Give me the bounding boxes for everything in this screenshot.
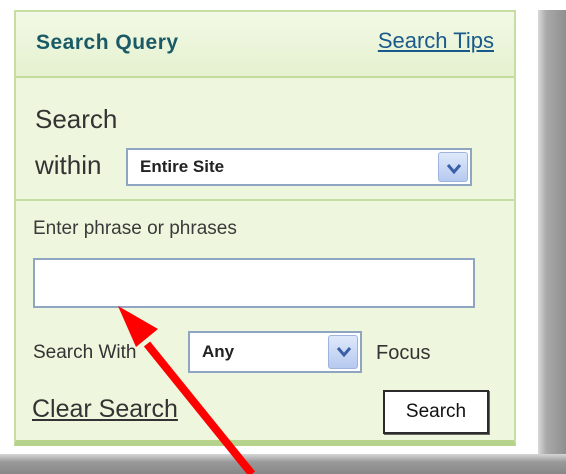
search-within-label-line2: within [35,150,102,180]
search-button[interactable]: Search [383,390,489,434]
panel-header: Search Query Search Tips [16,12,514,78]
drop-shadow-right [538,10,566,474]
search-with-label: Search With [33,342,137,363]
search-scope-select[interactable]: Entire Site [126,148,472,186]
phrase-label: Enter phrase or phrases [33,218,237,239]
search-scope-value: Entire Site [140,157,225,176]
search-mode-value: Any [202,342,235,361]
drop-shadow-bottom [0,454,566,474]
chevron-down-icon[interactable] [328,335,358,369]
clear-search-link[interactable]: Clear Search [32,395,178,424]
search-tips-link[interactable]: Search Tips [378,28,494,54]
search-within-label-line1: Search [35,104,118,134]
section-divider [16,199,514,201]
chevron-down-icon[interactable] [438,152,468,182]
search-query-panel: Search Query Search Tips Search within E… [14,10,516,446]
panel-title: Search Query [36,31,179,54]
search-mode-select[interactable]: Any [188,331,362,373]
screenshot-stage: Search Query Search Tips Search within E… [0,0,566,474]
phrase-input[interactable] [33,258,475,308]
focus-label: Focus [376,342,431,364]
